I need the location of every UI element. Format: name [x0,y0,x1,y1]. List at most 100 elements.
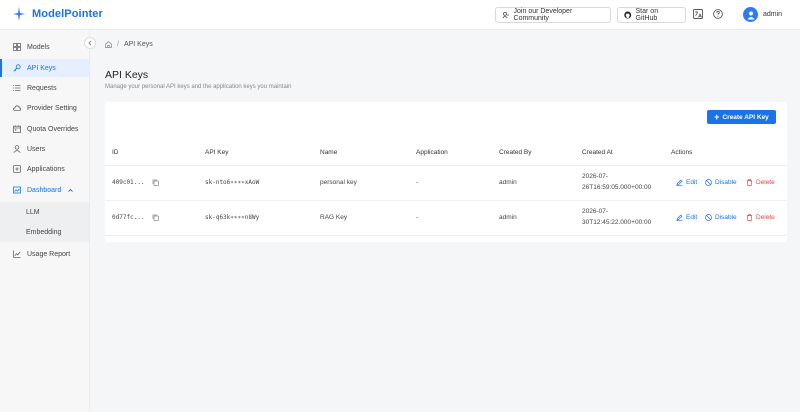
delete-label: Delete [756,214,775,221]
sidebar-item-label: Applications [27,165,65,173]
sidebar-item-provider-setting[interactable]: Provider Setting [0,99,89,117]
list-icon [13,85,21,91]
page-subtitle: Manage your personal API keys and the ap… [105,84,292,90]
row-application: - [416,179,419,186]
cloud-icon [13,105,21,111]
edit-icon [676,214,683,221]
sidebar-item-usage-report[interactable]: Usage Report [0,245,89,263]
breadcrumb-separator: / [117,41,119,48]
community-icon [502,11,509,19]
column-header-name: Name [320,149,338,156]
user-avatar-icon [747,11,754,19]
disable-icon [705,179,712,186]
delete-button[interactable]: Delete [746,214,775,221]
row-api-key: sk-nto6∗∗∗∗xAoW [205,179,260,186]
breadcrumb: / API Keys [105,41,153,48]
user-icon [13,145,21,153]
create-api-key-label: Create API Key [722,113,769,121]
copy-icon[interactable] [152,214,159,221]
table-row: 0d77fc... sk-q63k∗∗∗∗n8Wy RAG Key - admi… [105,201,787,236]
disable-label: Disable [715,214,737,221]
star-github-button[interactable]: Star on GitHub [617,7,686,23]
row-created-by: admin [499,179,517,186]
sidebar-subitem-label: Embedding [26,228,62,236]
row-name: personal key [320,179,357,186]
row-id: 409c01... [112,179,145,186]
column-header-created-by: Created By [499,149,532,156]
star-github-label: Star on GitHub [635,8,659,22]
column-header-created-at: Created At [582,149,613,156]
dashboard-icon [13,186,21,194]
plus-icon: + [714,111,720,122]
sidebar-item-dashboard[interactable]: Dashboard [0,181,89,199]
translate-icon[interactable] [693,9,703,19]
sparkle-logo-icon [13,7,25,21]
row-created-by: admin [499,214,517,221]
sidebar-subitem-label: LLM [26,208,40,216]
row-created-at-date: 2026-07- [582,173,609,180]
sidebar-item-applications[interactable]: Applications [0,160,89,178]
sidebar-item-label: Dashboard [27,186,62,194]
key-icon [13,64,21,72]
sidebar-item-users[interactable]: Users [0,140,89,158]
user-avatar[interactable] [743,7,758,22]
sidebar-item-label: Requests [27,84,57,92]
table-header: ID API Key Name Application Created By C… [105,140,787,166]
row-id: 0d77fc... [112,214,145,221]
edit-icon [676,179,683,186]
brand[interactable]: ModelPointer [13,7,103,21]
chart-icon [13,250,21,258]
column-header-id: ID [112,149,119,156]
github-icon [624,11,632,19]
user-name[interactable]: admin [763,11,782,18]
home-icon[interactable] [105,41,112,48]
copy-icon[interactable] [152,179,159,186]
disable-button[interactable]: Disable [705,179,737,186]
row-application: - [416,214,419,221]
row-api-key: sk-q63k∗∗∗∗n8Wy [205,214,260,221]
sidebar-item-models[interactable]: Models [0,38,89,56]
sidebar-item-label: Provider Setting [27,104,77,112]
top-bar: ModelPointer Join our Developer Communit… [0,0,800,30]
sidebar-subitem-embedding[interactable]: Embedding [0,222,89,242]
sidebar-item-label: Models [27,43,50,51]
sidebar-item-api-keys[interactable]: API Keys [0,59,89,77]
breadcrumb-current: API Keys [123,41,153,48]
edit-label: Edit [686,179,698,186]
row-created-at-time: 26T16:59:05.000+00:00 [582,184,652,191]
sidebar-item-label: Usage Report [27,250,71,258]
row-created-at-date: 2026-07- [582,208,609,215]
chevron-up-icon [68,188,74,192]
create-api-key-button[interactable]: + Create API Key [707,110,776,124]
page-title: API Keys [105,69,149,81]
calendar-icon [13,125,21,133]
join-community-label: Join our Developer Community [513,8,573,22]
help-icon[interactable] [713,9,723,19]
edit-label: Edit [686,214,698,221]
disable-button[interactable]: Disable [705,214,737,221]
trash-icon [746,179,753,186]
apps-icon [13,165,21,173]
disable-label: Disable [715,179,737,186]
delete-label: Delete [756,179,775,186]
sidebar-item-requests[interactable]: Requests [0,79,89,97]
row-created-at-time: 30T12:45:22.000+00:00 [582,219,652,226]
table-row: 409c01... sk-nto6∗∗∗∗xAoW personal key -… [105,166,787,201]
sidebar-item-label: API Keys [27,64,56,72]
column-header-api-key: API Key [205,149,229,156]
row-name: RAG Key [320,214,348,221]
delete-button[interactable]: Delete [746,179,775,186]
app-name: ModelPointer [32,8,103,20]
sidebar-subitem-llm[interactable]: LLM [0,202,89,222]
grid-icon [13,43,21,51]
sidebar-item-quota-overrides[interactable]: Quota Overrides [0,120,89,138]
sidebar-item-label: Users [27,145,46,153]
disable-icon [705,214,712,221]
sidebar-item-label: Quota Overrides [27,125,79,133]
column-header-actions: Actions [671,149,693,156]
edit-button[interactable]: Edit [676,179,697,186]
join-community-button[interactable]: Join our Developer Community [495,7,611,23]
trash-icon [746,214,753,221]
edit-button[interactable]: Edit [676,214,697,221]
column-header-application: Application [416,149,448,156]
